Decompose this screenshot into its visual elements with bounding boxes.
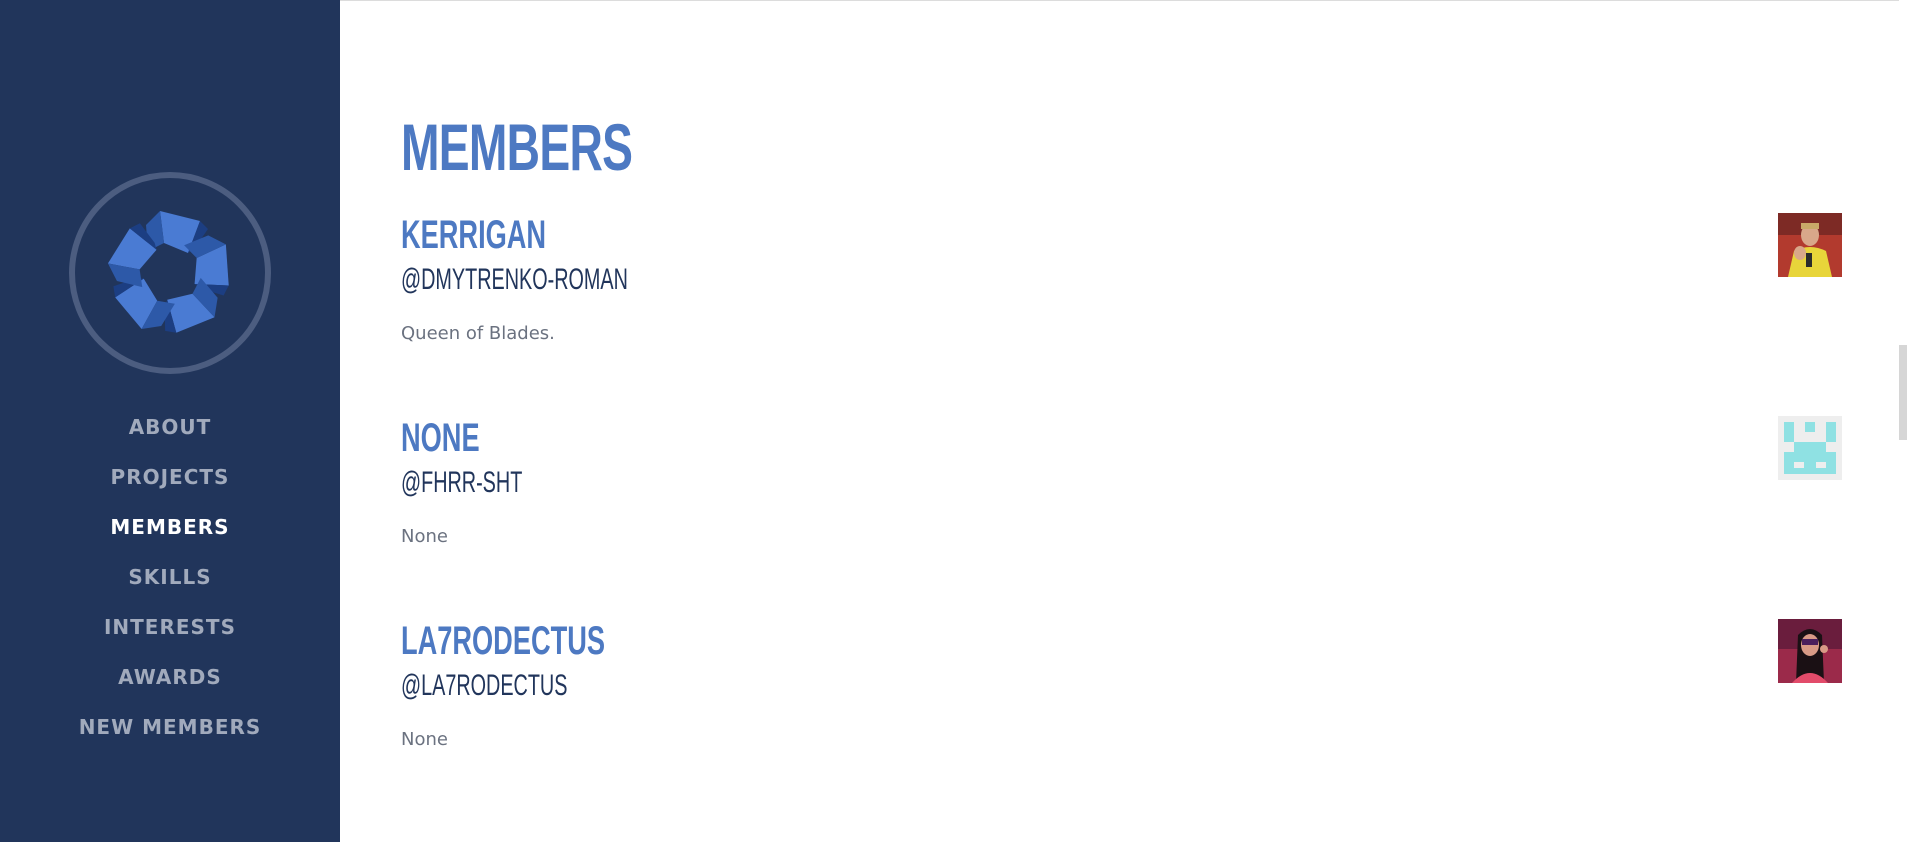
sidebar: ABOUT PROJECTS MEMBERS SKILLS INTERESTS … xyxy=(0,0,340,842)
nav-item-projects[interactable]: PROJECTS xyxy=(79,452,262,502)
member-card: NONE @FHRR-SHT None xyxy=(401,416,1899,619)
member-name: KERRIGAN xyxy=(401,213,547,257)
portrait-avatar xyxy=(1778,619,1842,683)
members-section: MEMBERS KERRIGAN @DMYTRENKO-ROMAN Queen … xyxy=(340,0,1899,842)
nav-item-new-members[interactable]: NEW MEMBERS xyxy=(79,702,262,752)
member-handle[interactable]: @LA7RODECTUS xyxy=(401,669,1390,703)
nav-item-members[interactable]: MEMBERS xyxy=(79,502,262,552)
page-scrollbar[interactable] xyxy=(1899,0,1907,842)
pinwheel-logo-icon xyxy=(102,211,241,346)
logo[interactable] xyxy=(69,172,271,374)
nav-item-interests[interactable]: INTERESTS xyxy=(79,602,262,652)
scrollbar-thumb[interactable] xyxy=(1899,345,1907,440)
identicon-avatar xyxy=(1778,416,1842,480)
player-photo-avatar xyxy=(1778,213,1842,277)
member-name: LA7RODECTUS xyxy=(401,619,606,663)
member-card: KERRIGAN @DMYTRENKO-ROMAN Queen of Blade… xyxy=(401,213,1899,416)
nav-item-awards[interactable]: AWARDS xyxy=(79,652,262,702)
member-name: NONE xyxy=(401,416,480,460)
nav-item-about[interactable]: ABOUT xyxy=(79,402,262,452)
nav-item-skills[interactable]: SKILLS xyxy=(79,552,262,602)
member-avatar[interactable] xyxy=(1778,416,1842,480)
page-title: MEMBERS xyxy=(401,110,633,184)
sidebar-nav: ABOUT PROJECTS MEMBERS SKILLS INTERESTS … xyxy=(79,402,262,752)
member-bio: None xyxy=(401,526,448,547)
member-bio: Queen of Blades. xyxy=(401,323,555,344)
member-card: LA7RODECTUS @LA7RODECTUS None xyxy=(401,619,1899,822)
member-avatar[interactable] xyxy=(1778,619,1842,683)
member-handle[interactable]: @FHRR-SHT xyxy=(401,466,1390,500)
member-bio: None xyxy=(401,729,448,750)
member-avatar[interactable] xyxy=(1778,213,1842,277)
member-handle[interactable]: @DMYTRENKO-ROMAN xyxy=(401,263,1390,297)
